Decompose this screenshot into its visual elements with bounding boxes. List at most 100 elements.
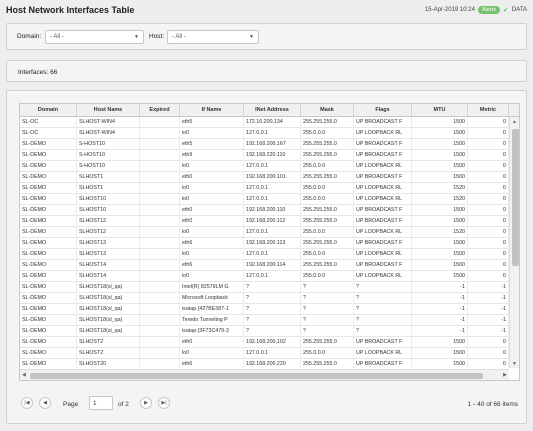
table-row[interactable]: SL-DEMO SLHOST2 eth0 192.168.200.102 255.255… — [20, 337, 509, 348]
horizontal-scroll-thumb[interactable] — [30, 373, 483, 379]
column-header[interactable]: Host Name — [77, 104, 140, 116]
vertical-scroll-thumb[interactable] — [512, 129, 519, 266]
table-cell: ? — [354, 315, 412, 326]
table-cell: SLHOST1 — [77, 183, 140, 194]
table-cell: 127.0.0.1 — [244, 348, 301, 359]
first-page-button[interactable]: |◀ — [21, 397, 33, 409]
table-row[interactable]: SL-DEMO SLHOST12 eth0 192.168.200.112 255.25… — [20, 216, 509, 227]
table-row[interactable]: SL-DEMO S-HOST10 eth9 192.168.220.110 255.25… — [20, 150, 509, 161]
domain-select[interactable]: - All - ▼ — [45, 30, 144, 44]
vertical-scrollbar[interactable]: ▲ ▼ — [509, 117, 519, 368]
table-cell: SL-DEMO — [20, 227, 77, 238]
pagination: |◀ ◀ Page of 2 ▶ ▶| 1 - 40 of 66 items — [19, 393, 520, 413]
column-header[interactable]: Domain — [20, 104, 77, 116]
column-header[interactable]: Flags — [354, 104, 412, 116]
column-header[interactable]: MTU — [412, 104, 468, 116]
table-cell: 255.0.0.0 — [301, 348, 354, 359]
table-cell: 192.168.220.110 — [244, 150, 301, 161]
table-cell: Intel(R) 82579LM G — [180, 282, 244, 293]
table-cell — [140, 348, 180, 359]
table-row[interactable]: SL-DEMO SLHOST12 lo0 127.0.0.1 255.0.0.0 UP L… — [20, 227, 509, 238]
table-cell: 0 — [468, 260, 509, 271]
column-header[interactable]: Expired — [140, 104, 180, 116]
table-row[interactable]: SL-DEMO SLHOST18(sl_qa) Teredo Tunneling P… — [20, 315, 509, 326]
table-cell: UP BROADCAST F — [354, 117, 412, 128]
scroll-up-icon[interactable]: ▲ — [512, 119, 517, 125]
table-cell — [140, 304, 180, 315]
table-cell: UP LOOPBACK RL — [354, 249, 412, 260]
table-row[interactable]: SL-DEMO SLHOST14 lo0 127.0.0.1 255.0.0.0 UP L… — [20, 271, 509, 282]
table-row[interactable]: SL-DEMO SLHOST18(sl_qa) isatap.{427BE387-1… — [20, 304, 509, 315]
column-header[interactable]: Metric — [468, 104, 509, 116]
header-status: 15-Apr-2019 10:24 Alerts ✓ DATA — [425, 6, 527, 14]
page-number-input[interactable] — [89, 396, 113, 410]
table-cell: SL-DEMO — [20, 293, 77, 304]
scroll-right-icon[interactable]: ▶ — [503, 372, 507, 378]
table-cell: S-HOST10 — [77, 161, 140, 172]
column-header[interactable]: If Name — [180, 104, 244, 116]
table-cell — [140, 315, 180, 326]
last-page-button[interactable]: ▶| — [158, 397, 170, 409]
table-row[interactable]: SL-DEMO SLHOST18(sl_qa) Intel(R) 82579LM G… — [20, 282, 509, 293]
table-cell: -1 — [468, 315, 509, 326]
table-cell: SL-DEMO — [20, 337, 77, 348]
table-cell: isatap.{427BE387-1 — [180, 304, 244, 315]
table-cell: SL-DEMO — [20, 150, 77, 161]
table-cell: 255.255.255.0 — [301, 238, 354, 249]
chevron-down-icon: ▼ — [249, 34, 254, 40]
prev-page-button[interactable]: ◀ — [39, 397, 51, 409]
table-cell: eth6 — [180, 238, 244, 249]
table-row[interactable]: SL-DEMO SLHOST10 lo0 127.0.0.1 255.0.0.0 UP L… — [20, 194, 509, 205]
table-cell: 0 — [468, 161, 509, 172]
table-row[interactable]: SL-DEMO SLHOST1 eth0 192.168.200.101 255.255… — [20, 172, 509, 183]
column-header[interactable]: Mask — [301, 104, 354, 116]
table-cell: ? — [301, 326, 354, 337]
table-row[interactable]: SL-OC SLHOST-WIN4 lo0 127.0.0.1 255.0.0.0 UP … — [20, 128, 509, 139]
table-cell: 255.255.255.0 — [301, 216, 354, 227]
table-cell: SLHOST20 — [77, 359, 140, 368]
column-header[interactable]: INet Address — [244, 104, 301, 116]
table-cell — [140, 139, 180, 150]
table-row[interactable]: SL-DEMO SLHOST13 eth6 192.168.200.113 255.25… — [20, 238, 509, 249]
table-row[interactable]: SL-DEMO SLHOST18(sl_qa) isatap.{3F73C479-3… — [20, 326, 509, 337]
table-cell: ? — [301, 293, 354, 304]
table-cell: 127.0.0.1 — [244, 249, 301, 260]
table-cell: SL-DEMO — [20, 271, 77, 282]
table-cell: SLHOST18(sl_qa) — [77, 315, 140, 326]
scroll-down-icon[interactable]: ▼ — [512, 361, 517, 367]
scroll-left-icon[interactable]: ◀ — [22, 372, 26, 378]
table-cell — [140, 293, 180, 304]
table-row[interactable]: SL-DEMO SLHOST2 lo0 127.0.0.1 255.0.0.0 UP LO… — [20, 348, 509, 359]
table-row[interactable]: SL-DEMO SLHOST10 eth0 192.168.200.110 255.25… — [20, 205, 509, 216]
table-cell — [140, 271, 180, 282]
table-cell: UP LOOPBACK RL — [354, 227, 412, 238]
table-cell — [140, 359, 180, 368]
table-body: SL-OC SLHOST-WIN4 eth5 172.16.200.134 255.25… — [20, 117, 509, 368]
table-cell: 192.168.200.112 — [244, 216, 301, 227]
table-row[interactable]: SL-DEMO SLHOST1 lo0 127.0.0.1 255.0.0.0 UP LO… — [20, 183, 509, 194]
next-page-button[interactable]: ▶ — [140, 397, 152, 409]
table-cell: 1500 — [412, 172, 468, 183]
table-cell: 0 — [468, 205, 509, 216]
table-cell: SL-DEMO — [20, 348, 77, 359]
filter-panel: Domain: - All - ▼ Host: - All - ▼ — [6, 23, 527, 50]
host-select[interactable]: - All - ▼ — [167, 30, 259, 44]
horizontal-scrollbar[interactable]: ◀ ▶ — [20, 369, 509, 380]
table-row[interactable]: SL-DEMO SLHOST14 eth6 192.168.200.114 255.25… — [20, 260, 509, 271]
table-row[interactable]: SL-DEMO SLHOST18(sl_qa) Microsoft Loopback… — [20, 293, 509, 304]
table-row[interactable]: SL-DEMO SLHOST13 lo0 127.0.0.1 255.0.0.0 UP L… — [20, 249, 509, 260]
table-row[interactable]: SL-DEMO S-HOST10 lo0 127.0.0.1 255.0.0.0 UP L… — [20, 161, 509, 172]
alerts-badge[interactable]: Alerts — [477, 6, 500, 14]
interfaces-count-panel: Interfaces: 66 — [6, 60, 527, 82]
table-row[interactable]: SL-OC SLHOST-WIN4 eth5 172.16.200.134 255.25… — [20, 117, 509, 128]
table-row[interactable]: SL-DEMO S-HOST10 eth5 192.168.200.167 255.25… — [20, 139, 509, 150]
table-row[interactable]: SL-DEMO SLHOST20 eth6 192.168.200.220 255.25… — [20, 359, 509, 368]
table-cell: 0 — [468, 238, 509, 249]
table-cell: 172.16.200.134 — [244, 117, 301, 128]
table-cell: SLHOST10 — [77, 205, 140, 216]
table-cell: ? — [244, 293, 301, 304]
table-cell: S-HOST10 — [77, 150, 140, 161]
table-cell: SLHOST18(sl_qa) — [77, 326, 140, 337]
table-cell: SL-DEMO — [20, 194, 77, 205]
table-cell: 0 — [468, 337, 509, 348]
